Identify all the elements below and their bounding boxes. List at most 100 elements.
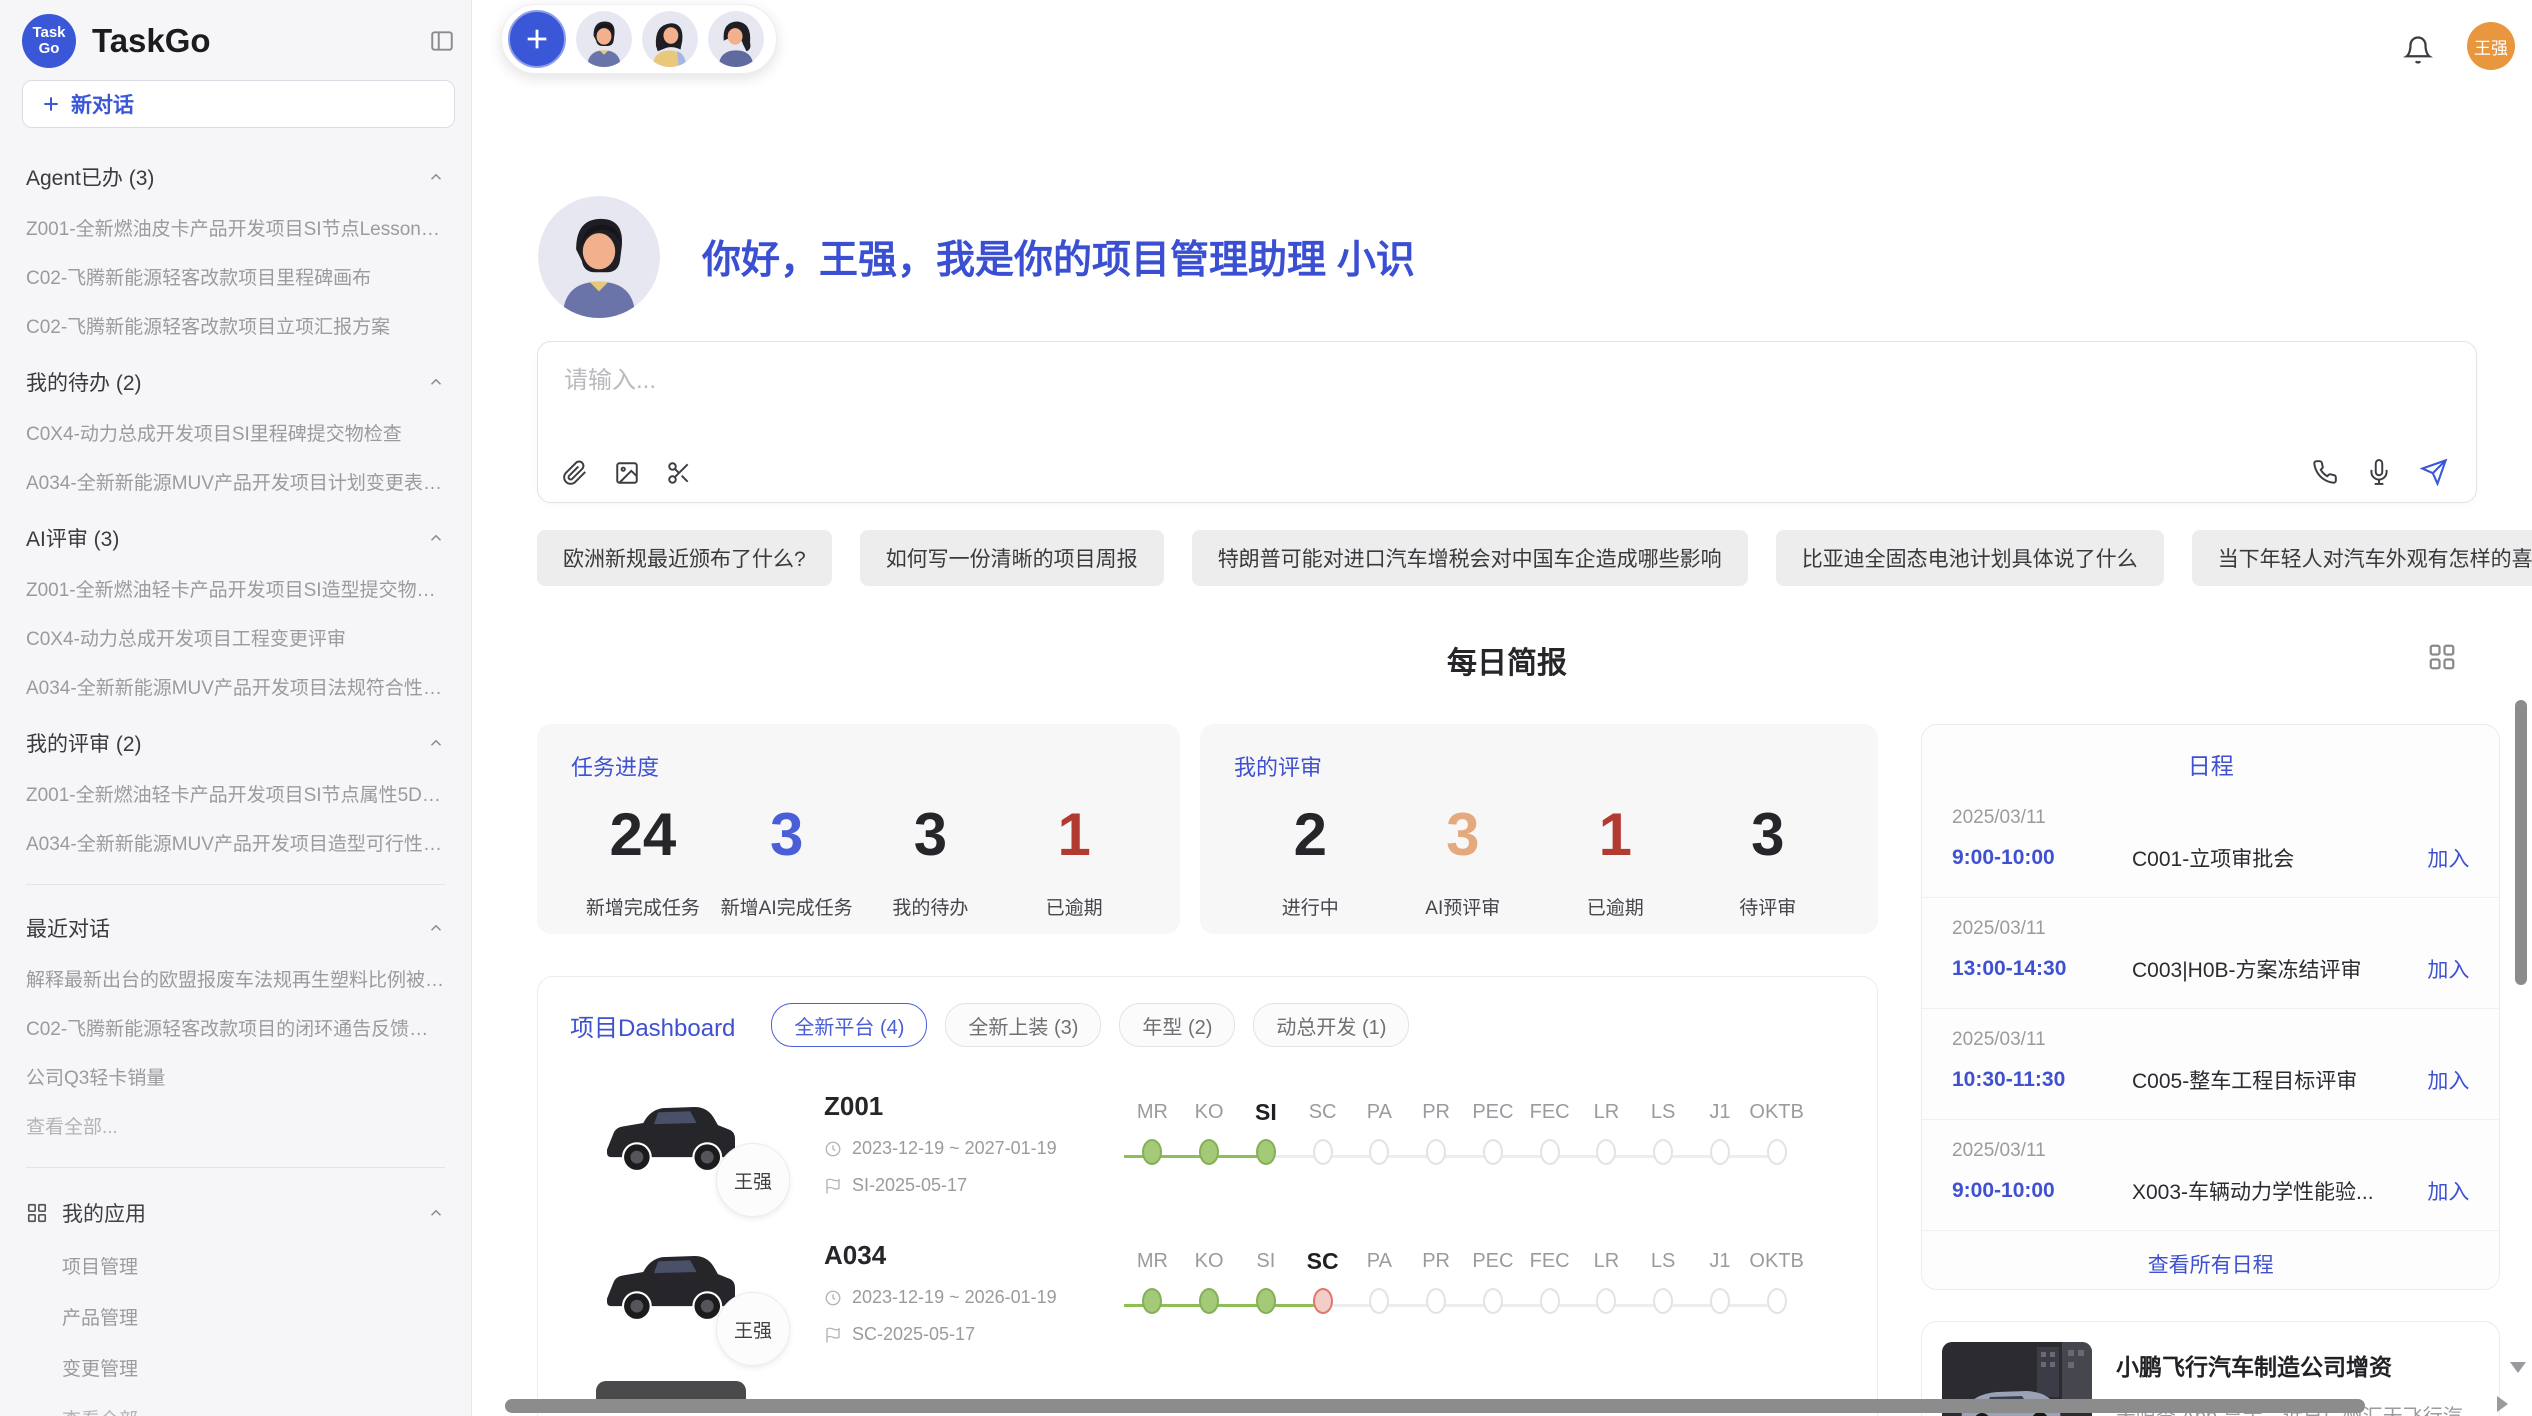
suggestion-chip[interactable]: 特朗普可能对进口汽车增税会对中国车企造成哪些影响: [1192, 530, 1748, 586]
suggestion-chip[interactable]: 当下年轻人对汽车外观有怎样的喜好趋势: [2192, 530, 2532, 586]
scroll-down-arrow[interactable]: [2510, 1362, 2526, 1373]
sidebar-task-item[interactable]: Z001-全新燃油皮卡产品开发项目SI节点Lesson Learn报告: [26, 214, 445, 241]
milestone-dot: [1369, 1139, 1389, 1165]
voice-call-icon[interactable]: [2312, 459, 2338, 485]
event-date: 2025/03/11: [1952, 807, 2469, 829]
scroll-right-arrow[interactable]: [2497, 1396, 2508, 1412]
chevron-up-icon: [427, 529, 445, 547]
chat-input[interactable]: [562, 358, 2452, 448]
my-review-list: Z001-全新燃油轻卡产品开发项目SI节点属性5D文件评审 A034-全新新能源M…: [26, 780, 445, 856]
milestone-dot: [1369, 1288, 1389, 1314]
event-time: 13:00-14:30: [1952, 957, 2122, 981]
event-join-link[interactable]: 加入: [2427, 1065, 2469, 1095]
recent-chat-item[interactable]: 解释最新出台的欧盟报废车法规再生塑料比例被调至15%...: [26, 965, 445, 992]
image-icon[interactable]: [614, 460, 640, 486]
sidebar-task-item[interactable]: Z001-全新燃油轻卡产品开发项目SI节点属性5D文件评审: [26, 780, 445, 807]
vertical-scrollbar-thumb[interactable]: [2515, 700, 2527, 985]
project-row-a034: 王强 A034 2023-12-19 ~ 2026-01-19 SC-2025-…: [570, 1240, 1845, 1345]
dashboard-tab[interactable]: 动总开发 (1): [1253, 1003, 1409, 1047]
assistant-avatar-3[interactable]: [708, 11, 764, 67]
suggestion-chip[interactable]: 欧洲新规最近颁布了什么?: [537, 530, 832, 586]
horizontal-scrollbar-thumb[interactable]: [505, 1399, 2365, 1413]
schedule-card: 日程 2025/03/11 9:00-10:00 C001-立项审批会 加入: [1921, 724, 2500, 1290]
chevron-up-icon: [427, 1204, 445, 1222]
milestone-dot: [1426, 1288, 1446, 1314]
app-link[interactable]: 变更管理: [62, 1354, 445, 1381]
dashboard-title[interactable]: 项目Dashboard: [570, 1008, 735, 1043]
sidebar-item-my-apps[interactable]: 我的应用: [26, 1198, 445, 1228]
news-title: 小鹏飞行汽车制造公司增资: [2116, 1348, 2479, 1382]
sidebar-task-item[interactable]: A034-全新新能源MUV产品开发项目法规符合性评审: [26, 673, 445, 700]
milestone-label: FEC: [1521, 1244, 1578, 1278]
sidebar-task-item[interactable]: C02-飞腾新能源轻客改款项目立项汇报方案: [26, 312, 445, 339]
milestone: SI: [1238, 1095, 1295, 1170]
logo-line-2: Go: [39, 41, 60, 57]
project-code[interactable]: A034: [824, 1240, 1124, 1271]
section-ai-review[interactable]: AI评审 (3): [26, 523, 445, 553]
suggestion-chip[interactable]: 如何写一份清晰的项目周报: [860, 530, 1164, 586]
my-todo-list: C0X4-动力总成开发项目SI里程碑提交物检查 A034-全新新能源MUV产品开发…: [26, 419, 445, 495]
assistant-avatar-2[interactable]: [642, 11, 698, 67]
sidebar-task-item[interactable]: A034-全新新能源MUV产品开发项目计划变更表编写: [26, 468, 445, 495]
recent-chat-item[interactable]: C02-飞腾新能源轻客改款项目的闭环通告反馈情况: [26, 1014, 445, 1041]
apps-view-all[interactable]: 查看全部...: [62, 1405, 445, 1416]
milestone-dot: [1710, 1139, 1730, 1165]
task-progress-title[interactable]: 任务进度: [571, 750, 1146, 782]
project-code[interactable]: Z001: [824, 1091, 1124, 1122]
view-all-schedule-link[interactable]: 查看所有日程: [1922, 1230, 2499, 1301]
assistant-switcher: [501, 4, 777, 74]
milestone-dot: [1540, 1288, 1560, 1314]
sidebar-task-item[interactable]: C02-飞腾新能源轻客改款项目里程碑画布: [26, 263, 445, 290]
project-owner-badge: 王强: [716, 1292, 790, 1366]
event-join-link[interactable]: 加入: [2427, 954, 2469, 984]
app-link[interactable]: 项目管理: [62, 1252, 445, 1279]
stat: 24 新增完成任务: [571, 800, 715, 920]
user-avatar[interactable]: 王强: [2467, 22, 2515, 70]
dashboard-tabs: 全新平台 (4) 全新上装 (3) 年型 (2) 动总开发 (1): [771, 1003, 1409, 1047]
send-icon[interactable]: [2420, 458, 2448, 486]
sidebar: Task Go TaskGo 新对话 Agent已办 (3): [0, 0, 472, 1416]
milestone: J1: [1692, 1244, 1749, 1319]
section-recent-chats[interactable]: 最近对话: [26, 913, 445, 943]
attachment-icon[interactable]: [562, 460, 588, 486]
milestone: SC: [1294, 1244, 1351, 1319]
event-join-link[interactable]: 加入: [2427, 1176, 2469, 1206]
stat-label: AI预评审: [1387, 893, 1540, 920]
suggestion-chip[interactable]: 比亚迪全固态电池计划具体说了什么: [1776, 530, 2164, 586]
dashboard-tab[interactable]: 全新平台 (4): [771, 1003, 927, 1047]
notification-bell-icon[interactable]: [2403, 35, 2433, 65]
dashboard-tab[interactable]: 年型 (2): [1119, 1003, 1235, 1047]
agent-done-list: Z001-全新燃油皮卡产品开发项目SI节点Lesson Learn报告 C02-飞…: [26, 214, 445, 339]
milestone-dot: [1313, 1288, 1333, 1314]
schedule-event: 2025/03/11 9:00-10:00 C001-立项审批会 加入: [1922, 787, 2499, 898]
schedule-event: 2025/03/11 9:00-10:00 X003-车辆动力学性能验... 加…: [1922, 1120, 2499, 1230]
dashboard-tab[interactable]: 全新上装 (3): [945, 1003, 1101, 1047]
schedule-events: 2025/03/11 9:00-10:00 C001-立项审批会 加入 2025…: [1922, 787, 2499, 1230]
sidebar-task-item[interactable]: C0X4-动力总成开发项目工程变更评审: [26, 624, 445, 651]
divider: [26, 1167, 445, 1168]
section-my-review[interactable]: 我的评审 (2): [26, 728, 445, 758]
microphone-icon[interactable]: [2366, 459, 2392, 485]
daily-brief-header: 每日简报: [537, 638, 2477, 682]
milestone: J1: [1692, 1095, 1749, 1170]
sidebar-task-item[interactable]: C0X4-动力总成开发项目SI里程碑提交物检查: [26, 419, 445, 446]
sidebar-collapse-icon[interactable]: [429, 28, 455, 54]
milestone: FEC: [1521, 1095, 1578, 1170]
milestone: PEC: [1465, 1244, 1522, 1319]
sidebar-task-item[interactable]: Z001-全新燃油轻卡产品开发项目SI造型提交物评审: [26, 575, 445, 602]
recent-chat-item[interactable]: 公司Q3轻卡销量: [26, 1063, 445, 1090]
section-my-todo[interactable]: 我的待办 (2): [26, 367, 445, 397]
recent-view-all[interactable]: 查看全部...: [26, 1112, 445, 1139]
sidebar-task-item[interactable]: A034-全新新能源MUV产品开发项目造型可行性评审: [26, 829, 445, 856]
layout-grid-icon[interactable]: [2427, 642, 2457, 672]
milestone: LR: [1578, 1244, 1635, 1319]
section-agent-done[interactable]: Agent已办 (3): [26, 162, 445, 192]
my-review-title[interactable]: 我的评审: [1234, 750, 1844, 782]
add-assistant-button[interactable]: [508, 10, 566, 68]
new-chat-button[interactable]: 新对话: [22, 80, 455, 128]
event-join-link[interactable]: 加入: [2427, 843, 2469, 873]
schedule-event: 2025/03/11 10:30-11:30 C005-整车工程目标评审 加入: [1922, 1009, 2499, 1120]
scissors-icon[interactable]: [666, 460, 692, 486]
assistant-avatar-1[interactable]: [576, 11, 632, 67]
app-link[interactable]: 产品管理: [62, 1303, 445, 1330]
